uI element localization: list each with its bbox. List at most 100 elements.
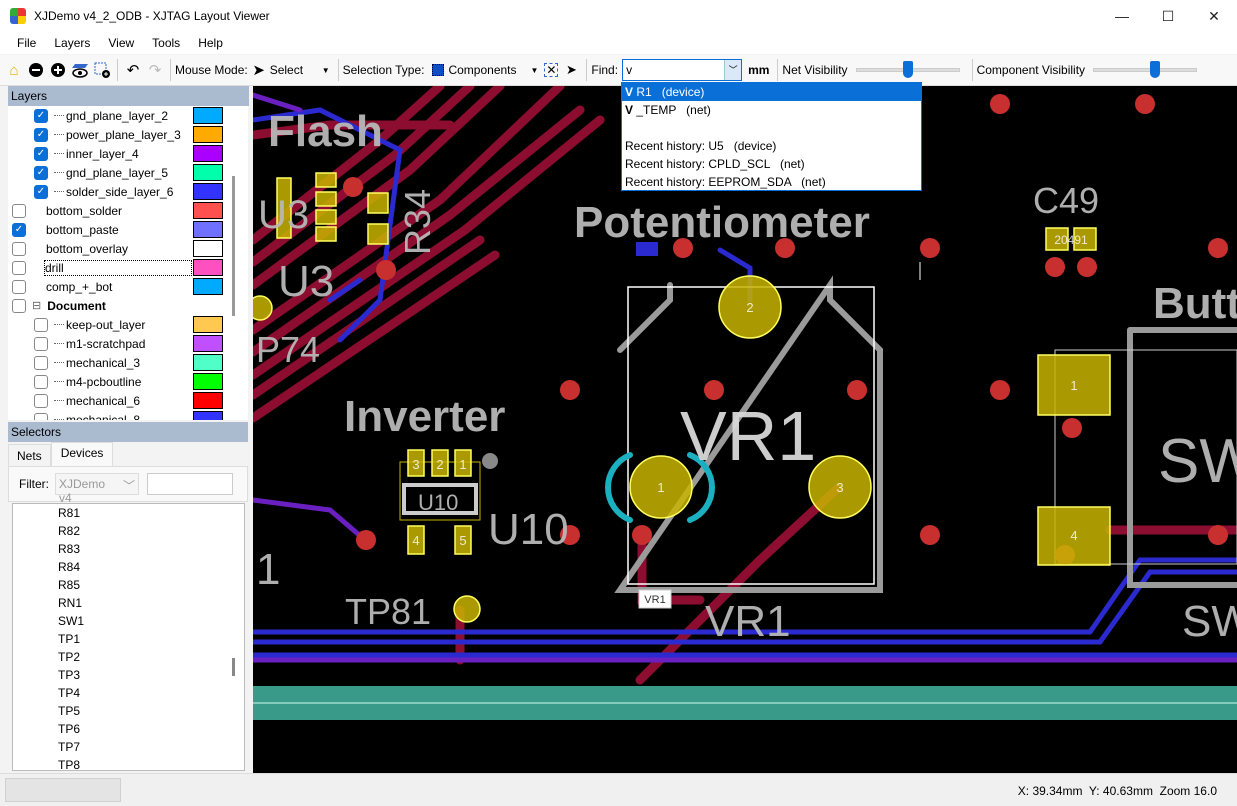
layer-row[interactable]: ✓ power_plane_layer_3 [8,125,248,144]
layer-color-swatch[interactable] [193,183,223,200]
slider-thumb[interactable] [1150,61,1161,78]
add-select-icon[interactable]: ➤ [562,61,580,79]
find-suggestion[interactable]: Recent history: U5 (device) [622,137,921,155]
layer-checkbox[interactable]: ✓ [34,108,48,123]
device-item[interactable]: RN1 [13,594,244,612]
deselect-icon[interactable]: ✕ [544,63,559,77]
layer-row[interactable]: ✓ inner_layer_4 [8,144,248,163]
component-visibility-slider[interactable] [1093,60,1198,80]
layer-color-swatch[interactable] [193,335,223,352]
layer-checkbox[interactable] [12,298,26,313]
device-item[interactable]: TP2 [13,648,244,666]
menu-file[interactable]: File [8,36,45,50]
layer-color-swatch[interactable] [193,354,223,371]
layer-checkbox[interactable] [34,374,48,389]
tab-devices[interactable]: Devices [50,442,114,466]
zoom-in-icon[interactable] [49,61,67,79]
layer-checkbox[interactable]: ✓ [34,184,48,199]
layer-checkbox[interactable]: ✓ [34,165,48,180]
redo-icon[interactable]: ↷ [146,61,164,79]
selection-type-select[interactable]: Components [448,63,530,77]
find-suggestion[interactable]: Recent history: CPLD_SCL (net) [622,155,921,173]
layer-color-swatch[interactable] [193,202,223,219]
layer-row[interactable]: bottom_overlay [8,239,248,258]
layer-color-swatch[interactable] [193,392,223,409]
layer-checkbox[interactable] [34,336,48,351]
device-item[interactable]: TP3 [13,666,244,684]
home-icon[interactable]: ⌂ [5,61,23,79]
chevron-down-icon[interactable]: ▼ [530,66,538,75]
find-input[interactable]: v ﹀ [622,59,743,81]
tab-nets[interactable]: Nets [8,444,51,466]
device-item[interactable]: R82 [13,522,244,540]
layer-row[interactable]: comp_+_bot [8,277,248,296]
chevron-down-icon[interactable]: ﹀ [724,60,742,80]
layer-checkbox[interactable] [34,317,48,332]
device-item[interactable]: TP1 [13,630,244,648]
layer-color-swatch[interactable] [193,259,223,276]
layer-checkbox[interactable] [34,412,48,420]
menu-help[interactable]: Help [189,36,232,50]
filter-text-input[interactable] [147,473,233,495]
layer-color-swatch[interactable] [193,240,223,257]
chevron-down-icon[interactable]: ▼ [322,66,330,75]
scrollbar[interactable] [232,658,235,676]
layer-color-swatch[interactable] [193,278,223,295]
device-item[interactable]: TP4 [13,684,244,702]
layer-color-swatch[interactable] [193,107,223,124]
layer-checkbox[interactable] [34,393,48,408]
layer-row[interactable]: mechanical_6 [8,391,248,410]
device-item[interactable]: R81 [13,504,244,522]
layer-row[interactable]: bottom_solder [8,201,248,220]
layer-row[interactable]: keep-out_layer [8,315,248,334]
layer-color-swatch[interactable] [193,221,223,238]
layer-checkbox[interactable] [12,260,26,275]
zoom-area-icon[interactable] [93,61,111,79]
device-item[interactable]: TP6 [13,720,244,738]
zoom-out-icon[interactable] [27,61,45,79]
layer-row[interactable]: ✓ gnd_plane_layer_2 [8,106,248,125]
layer-checkbox[interactable]: ✓ [34,127,48,142]
layer-row[interactable]: mechanical_8 [8,410,248,420]
find-suggestion[interactable]: Recent history: EEPROM_SDA (net) [622,173,921,191]
device-item[interactable]: R83 [13,540,244,558]
device-item[interactable]: R84 [13,558,244,576]
layer-row[interactable]: drill [8,258,248,277]
close-button[interactable]: ✕ [1191,0,1237,32]
minimize-button[interactable]: — [1099,0,1145,32]
undo-icon[interactable]: ↶ [124,61,142,79]
find-suggestion[interactable]: V _TEMP (net) [622,101,921,119]
menu-tools[interactable]: Tools [143,36,189,50]
scrollbar[interactable] [232,176,235,316]
layer-checkbox[interactable] [12,241,26,256]
device-item[interactable]: TP5 [13,702,244,720]
device-item[interactable]: SW1 [13,612,244,630]
layer-checkbox[interactable] [12,279,26,294]
layer-color-swatch[interactable] [193,126,223,143]
layer-row[interactable]: mechanical_3 [8,353,248,372]
layer-color-swatch[interactable] [193,373,223,390]
maximize-button[interactable]: ☐ [1145,0,1191,32]
net-visibility-slider[interactable] [855,60,960,80]
layer-color-swatch[interactable] [193,164,223,181]
device-item[interactable]: TP8 [13,756,244,770]
layer-row[interactable]: ✓ bottom_paste [8,220,248,239]
device-item[interactable]: R85 [13,576,244,594]
menu-layers[interactable]: Layers [45,36,99,50]
layer-row[interactable]: ⊟ Document [8,296,248,315]
view-layers-icon[interactable] [71,61,89,79]
menu-view[interactable]: View [99,36,143,50]
filter-select[interactable]: XJDemo v4_ ﹀ [55,473,139,505]
find-suggestion[interactable]: V R1 (device) [622,83,921,101]
layer-row[interactable]: ✓ solder_side_layer_6 [8,182,248,201]
layer-checkbox[interactable] [34,355,48,370]
layer-row[interactable]: ✓ gnd_plane_layer_5 [8,163,248,182]
layer-color-swatch[interactable] [193,316,223,333]
layer-checkbox[interactable] [12,203,26,218]
mouse-mode-select[interactable]: Select [270,63,322,77]
layer-checkbox[interactable]: ✓ [34,146,48,161]
layer-color-swatch[interactable] [193,145,223,162]
collapse-icon[interactable]: ⊟ [32,299,41,312]
layer-row[interactable]: m1-scratchpad [8,334,248,353]
find-suggestion[interactable] [622,119,921,137]
